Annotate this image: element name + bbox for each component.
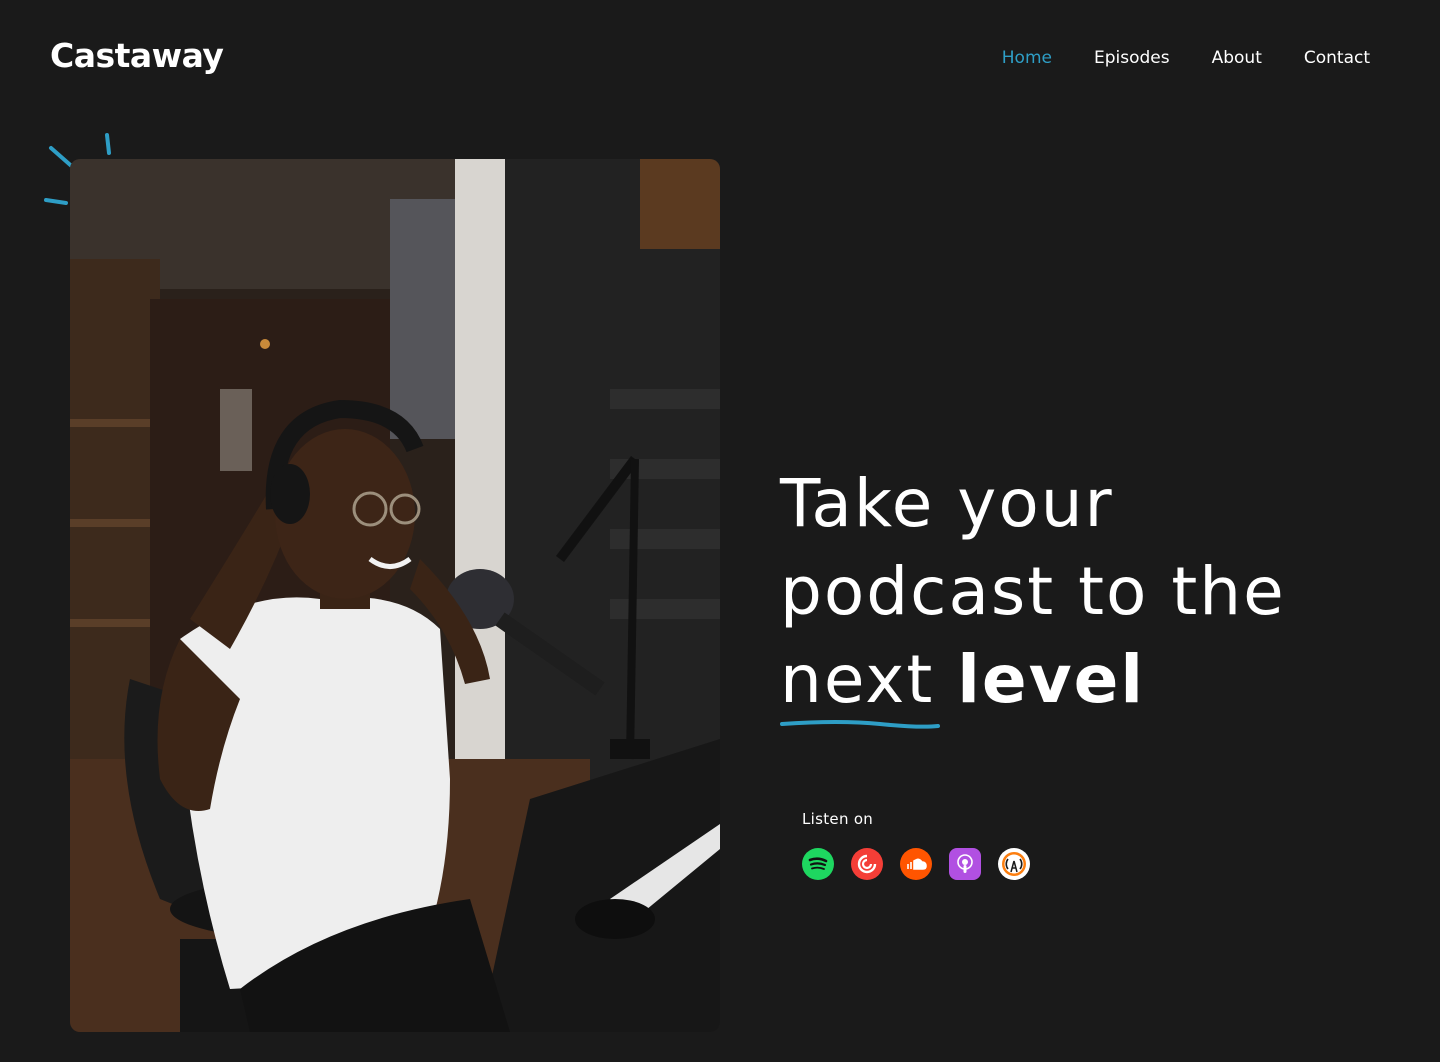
- brand-logo[interactable]: Castaway: [50, 36, 224, 75]
- headline-line-3: next level: [780, 636, 1380, 729]
- hero-headline: Take your podcast to the next level: [780, 460, 1380, 729]
- spotify-icon[interactable]: [802, 848, 834, 880]
- overcast-icon[interactable]: [998, 848, 1030, 880]
- main-nav: Home Episodes About Contact: [1002, 48, 1370, 68]
- pocket-casts-icon[interactable]: [851, 848, 883, 880]
- listen-on-label: Listen on: [802, 810, 874, 828]
- headline-line-2: podcast to the: [780, 553, 1286, 630]
- headline-word-next: next: [780, 641, 935, 718]
- landing-page: Castaway Home Episodes About Contact Tak…: [0, 0, 1440, 1062]
- headline-line-1: Take your: [780, 465, 1114, 542]
- nav-about[interactable]: About: [1212, 48, 1262, 68]
- nav-contact[interactable]: Contact: [1304, 48, 1370, 68]
- podcaster-illustration: [70, 159, 720, 1032]
- nav-home[interactable]: Home: [1002, 48, 1052, 68]
- platform-links: [802, 848, 1030, 880]
- headline-underline-icon: [780, 720, 940, 729]
- nav-episodes[interactable]: Episodes: [1094, 48, 1170, 68]
- headline-word-level: level: [957, 641, 1145, 718]
- hero-photo: [70, 159, 720, 1032]
- listen-on-section: Listen on: [802, 810, 1030, 880]
- headline-underlined-word: next: [780, 636, 940, 729]
- soundcloud-icon[interactable]: [900, 848, 932, 880]
- apple-podcasts-icon[interactable]: [949, 848, 981, 880]
